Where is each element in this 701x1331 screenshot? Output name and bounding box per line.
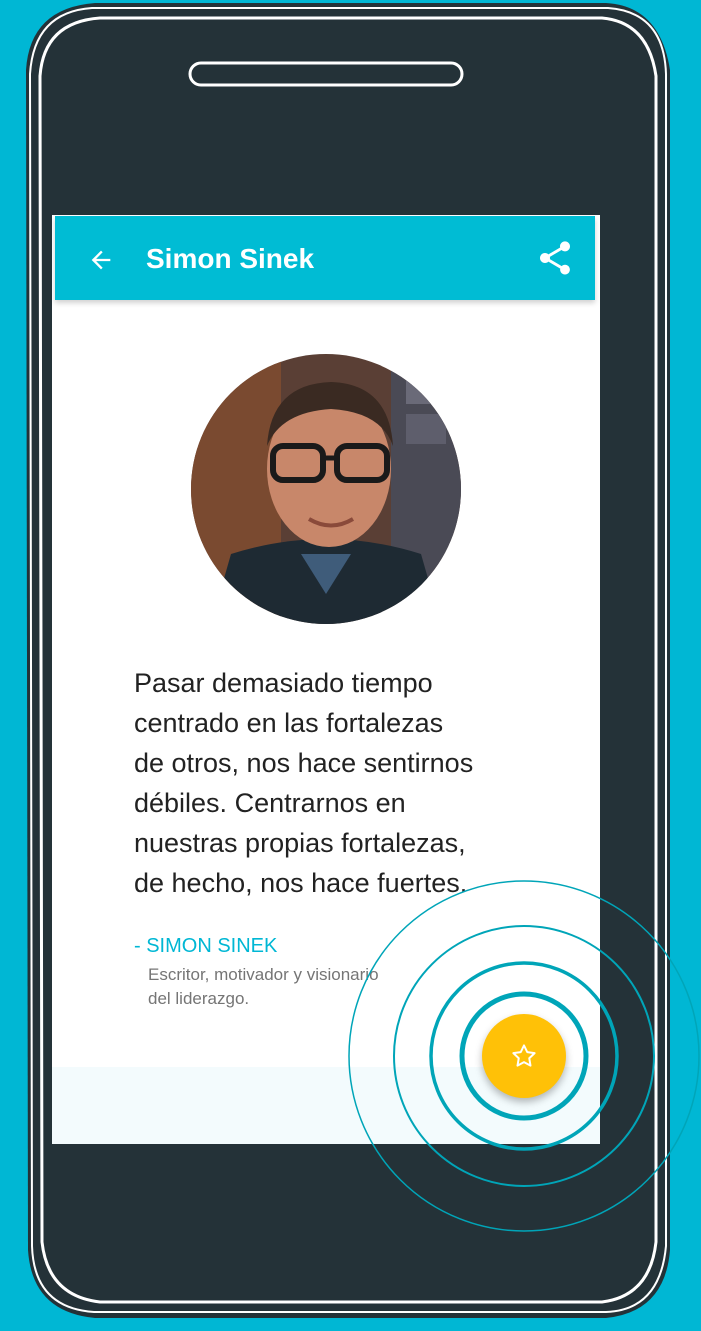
quote-line: débiles. Centrarnos en: [134, 788, 406, 818]
share-icon: [540, 241, 570, 275]
app-bar: Simon Sinek: [55, 216, 595, 300]
favorite-fab[interactable]: [482, 1014, 566, 1098]
author-name: - SIMON SINEK: [134, 935, 278, 957]
app-screen: Simon Sinek Pasar demasiado tiempo centr…: [52, 177, 600, 1144]
quote-line: centrado en las fortalezas: [134, 708, 444, 738]
author-description-line: del liderazgo.: [148, 989, 250, 1008]
quote-line: nuestras propias fortalezas,: [134, 828, 466, 858]
arrow-back-icon: [91, 250, 111, 270]
quote-line: Pasar demasiado tiempo: [134, 668, 433, 698]
phone-mockup: Simon Sinek Pasar demasiado tiempo centr…: [0, 0, 701, 1331]
status-bar: [52, 177, 600, 215]
star-outline-icon: [512, 1044, 536, 1067]
author-description: Escritor, motivador y visionario del lid…: [148, 963, 468, 1011]
quote-line: de hecho, nos hace fuertes.: [134, 868, 468, 898]
quote-line: de otros, nos hace sentirnos: [134, 748, 474, 778]
back-button[interactable]: [81, 240, 121, 280]
share-button[interactable]: [533, 236, 577, 280]
author-description-line: Escritor, motivador y visionario: [148, 965, 379, 984]
author-photo: [191, 354, 461, 624]
quote-text: Pasar demasiado tiempo centrado en las f…: [134, 663, 574, 903]
app-title: Simon Sinek: [146, 243, 315, 274]
